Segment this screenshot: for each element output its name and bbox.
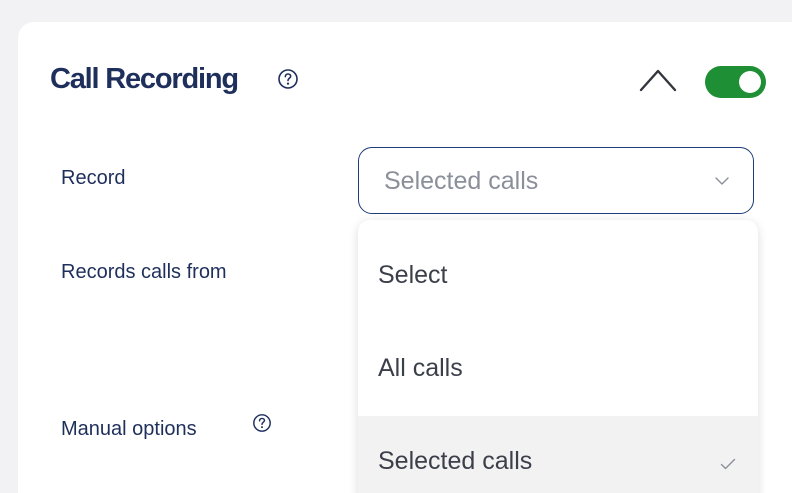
option-label: Selected calls [378,447,533,475]
option-label: Select [378,261,448,289]
record-label: Record [61,167,126,189]
option-selected-calls[interactable]: Selected calls [358,416,758,493]
checkmark-icon [720,458,736,470]
help-icon[interactable] [277,68,299,90]
call-recording-card: Call Recording Record Records calls from… [18,22,792,493]
chevron-up-icon[interactable] [638,66,678,94]
section-title: Call Recording [50,63,239,95]
toggle-knob [739,71,761,93]
option-select[interactable]: Select [358,230,758,322]
record-dropdown-menu: Select All calls Selected calls [358,220,758,493]
manual-options-label: Manual options [61,418,197,440]
record-select[interactable]: Selected calls [358,147,754,214]
call-recording-toggle[interactable] [705,66,766,98]
option-label: All calls [378,354,463,382]
help-icon[interactable] [252,413,272,433]
record-select-value: Selected calls [384,167,539,195]
records-calls-from-label: Records calls from [61,261,227,283]
option-all-calls[interactable]: All calls [358,323,758,415]
chevron-down-icon [715,177,729,185]
